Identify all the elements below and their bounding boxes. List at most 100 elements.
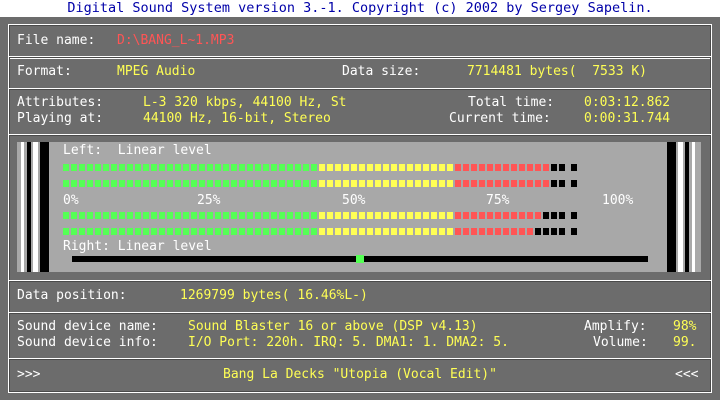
meter-segment bbox=[279, 164, 285, 171]
meter-segment bbox=[239, 228, 245, 235]
meter-segment bbox=[127, 212, 133, 219]
meter-segment bbox=[175, 164, 181, 171]
meter-segment bbox=[319, 212, 325, 219]
meter-segment bbox=[151, 212, 157, 219]
meter-segment bbox=[391, 228, 397, 235]
meter-segment bbox=[571, 164, 577, 171]
meter-segment bbox=[351, 212, 357, 219]
left-meter-row-2 bbox=[63, 180, 577, 187]
position-slider[interactable] bbox=[72, 255, 648, 263]
meter-segment bbox=[199, 164, 205, 171]
meter-segment bbox=[303, 212, 309, 219]
sound-device-panel: Sound device name: Sound Blaster 16 or a… bbox=[8, 312, 712, 360]
meter-segment bbox=[415, 164, 421, 171]
meter-segment bbox=[271, 228, 277, 235]
data-position-panel: Data position: 1269799 bytes( 16.46%L-) bbox=[8, 280, 712, 314]
meter-segment bbox=[143, 228, 149, 235]
format-value: MPEG Audio bbox=[117, 64, 196, 79]
meter-segment bbox=[503, 180, 509, 187]
meter-segment bbox=[175, 228, 181, 235]
meter-segment bbox=[71, 164, 77, 171]
device-info-label: Sound device info: bbox=[17, 335, 158, 350]
meter-segment bbox=[463, 180, 469, 187]
meter-segment bbox=[151, 180, 157, 187]
meter-segment bbox=[487, 164, 493, 171]
meter-segment bbox=[263, 164, 269, 171]
meter-segment bbox=[455, 212, 461, 219]
meter-segment bbox=[303, 164, 309, 171]
meter-segment bbox=[431, 228, 437, 235]
meter-segment bbox=[559, 228, 565, 235]
meter-segment bbox=[239, 212, 245, 219]
meter-segment bbox=[367, 228, 373, 235]
left-stripes bbox=[17, 142, 51, 272]
meter-segment bbox=[279, 212, 285, 219]
meter-segment bbox=[279, 180, 285, 187]
meter-segment bbox=[327, 164, 333, 171]
meter-segment bbox=[471, 212, 477, 219]
meter-segment bbox=[159, 164, 165, 171]
meter-segment bbox=[215, 228, 221, 235]
meter-segment bbox=[151, 164, 157, 171]
meter-segment bbox=[383, 212, 389, 219]
meter-segment bbox=[535, 164, 541, 171]
meter-segment bbox=[399, 180, 405, 187]
meter-segment bbox=[343, 228, 349, 235]
tick-50: 50% bbox=[342, 193, 366, 208]
meter-segment bbox=[143, 180, 149, 187]
amplify-label: Amplify: bbox=[584, 319, 647, 334]
meter-segment bbox=[535, 212, 541, 219]
meter-segment bbox=[431, 180, 437, 187]
meter-segment bbox=[119, 164, 125, 171]
meter-segment bbox=[295, 228, 301, 235]
meter-segment bbox=[167, 180, 173, 187]
meter-segment bbox=[231, 212, 237, 219]
meter-segment bbox=[175, 180, 181, 187]
meter-segment bbox=[519, 180, 525, 187]
meter-segment bbox=[95, 228, 101, 235]
meter-segment bbox=[159, 180, 165, 187]
meter-segment bbox=[79, 180, 85, 187]
meter-segment bbox=[343, 212, 349, 219]
meter-segment bbox=[255, 180, 261, 187]
meter-segment bbox=[327, 180, 333, 187]
position-slider-handle[interactable] bbox=[356, 255, 364, 263]
meter-segment bbox=[167, 228, 173, 235]
meter-segment bbox=[311, 164, 317, 171]
meter-segment bbox=[559, 212, 565, 219]
device-name-value: Sound Blaster 16 or above (DSP v4.13) bbox=[188, 319, 478, 334]
meter-segment bbox=[295, 164, 301, 171]
next-track-button[interactable]: <<< bbox=[675, 367, 698, 383]
meter-segment bbox=[351, 164, 357, 171]
meter-segment bbox=[183, 228, 189, 235]
meter-segment bbox=[143, 164, 149, 171]
meter-segment bbox=[407, 164, 413, 171]
format-panel: Format: MPEG Audio Data size: 7714481 by… bbox=[8, 56, 712, 90]
meter-segment bbox=[527, 212, 533, 219]
meter-segment bbox=[559, 164, 565, 171]
meter-segment bbox=[255, 228, 261, 235]
meter-segment bbox=[511, 180, 517, 187]
meter-segment bbox=[359, 180, 365, 187]
meter-segment bbox=[127, 164, 133, 171]
meter-segment bbox=[215, 164, 221, 171]
meter-segment bbox=[255, 212, 261, 219]
meter-segment bbox=[407, 212, 413, 219]
meter-segment bbox=[223, 180, 229, 187]
meter-segment bbox=[103, 164, 109, 171]
meter-segment bbox=[375, 212, 381, 219]
volume-label: Volume: bbox=[593, 335, 648, 350]
meter-segment bbox=[175, 212, 181, 219]
meter-segment bbox=[119, 180, 125, 187]
meter-segment bbox=[103, 180, 109, 187]
meter-segment bbox=[263, 228, 269, 235]
meter-segment bbox=[207, 212, 213, 219]
meter-segment bbox=[223, 212, 229, 219]
meter-segment bbox=[167, 164, 173, 171]
meter-segment bbox=[399, 212, 405, 219]
tick-100: 100% bbox=[602, 193, 634, 208]
meter-segment bbox=[511, 164, 517, 171]
data-position-value: 1269799 bytes( 16.46%L-) bbox=[180, 288, 368, 303]
meter-segment bbox=[103, 212, 109, 219]
data-size-label: Data size: bbox=[342, 64, 421, 79]
